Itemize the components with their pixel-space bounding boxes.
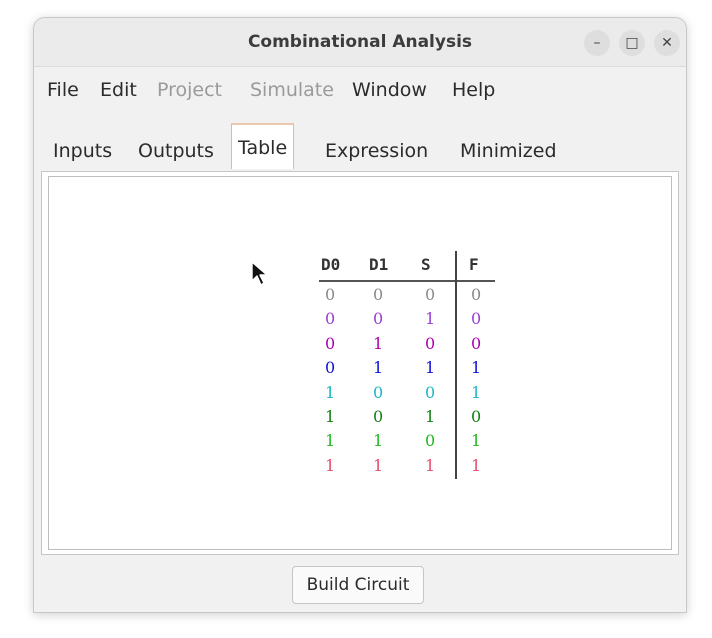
input-cell: 1 [325, 431, 336, 451]
output-cell[interactable]: 0 [471, 285, 481, 304]
input-cell: 1 [425, 358, 436, 378]
tab-table[interactable]: Table [231, 123, 295, 169]
minimize-button[interactable]: – [584, 30, 610, 56]
input-cell: 0 [325, 358, 336, 378]
input-cell: 0 [425, 285, 436, 304]
tab-expression[interactable]: Expression [325, 123, 428, 169]
mouse-cursor-icon [251, 261, 268, 286]
output-cell[interactable]: 0 [471, 334, 481, 353]
output-cell[interactable]: 0 [471, 309, 481, 328]
input-cell: 0 [425, 431, 436, 451]
window: Combinational Analysis – □ ✕ File Edit P… [33, 17, 687, 613]
column-header-s: S [421, 255, 431, 274]
input-cell: 1 [373, 333, 384, 353]
input-cell: 0 [425, 333, 436, 353]
input-cell: 0 [373, 382, 384, 402]
tab-minimized[interactable]: Minimized [460, 123, 557, 169]
column-header-d0: D0 [321, 255, 341, 274]
input-cell: 0 [425, 382, 436, 402]
input-cell: 1 [425, 309, 436, 329]
menu-help[interactable]: Help [452, 67, 495, 113]
input-cell: 1 [325, 455, 336, 475]
title-bar[interactable]: Combinational Analysis – □ ✕ [34, 18, 686, 67]
output-cell[interactable]: 1 [471, 456, 481, 475]
tab-bar: Inputs Outputs Table Expression Minimize… [34, 123, 686, 171]
tab-outputs[interactable]: Outputs [138, 123, 214, 169]
truth-table[interactable]: D0 D1 S F 0 0 0 0 0 0 1 0 0 1 0 0 0 1 1 1 1 0 0 1 1 0 1 0 1 1 0 1 1 1 1 1 [283, 249, 495, 489]
input-cell: 0 [325, 285, 336, 304]
build-circuit-button[interactable]: Build Circuit [292, 566, 424, 604]
input-cell: 0 [325, 333, 336, 353]
table-panel: D0 D1 S F 0 0 0 0 0 0 1 0 0 1 0 0 0 1 1 1 1 0 0 1 1 0 1 0 1 1 0 1 1 1 1 1 [41, 171, 679, 555]
table-panel-inner[interactable]: D0 D1 S F 0 0 0 0 0 0 1 0 0 1 0 0 0 1 1 1 1 0 0 1 1 0 1 0 1 1 0 1 1 1 1 1 [48, 176, 672, 550]
input-cell: 0 [373, 285, 384, 304]
menu-edit[interactable]: Edit [100, 67, 137, 113]
output-cell[interactable]: 1 [471, 383, 481, 402]
close-button[interactable]: ✕ [654, 30, 680, 56]
input-cell: 0 [373, 309, 384, 329]
maximize-button[interactable]: □ [619, 30, 645, 56]
tab-inputs[interactable]: Inputs [53, 123, 112, 169]
input-cell: 1 [425, 407, 436, 426]
input-cell: 0 [373, 407, 384, 426]
output-cell[interactable]: 1 [471, 431, 481, 450]
input-cell: 1 [325, 407, 336, 426]
input-cell: 1 [373, 431, 384, 451]
input-cell: 0 [325, 309, 336, 329]
output-cell[interactable]: 0 [471, 407, 481, 426]
menu-bar: File Edit Project Simulate Window Help [34, 67, 686, 113]
input-cell: 1 [373, 358, 384, 378]
input-cell: 1 [325, 382, 336, 402]
output-divider [455, 251, 457, 479]
column-header-d1: D1 [369, 255, 389, 274]
menu-simulate[interactable]: Simulate [250, 67, 334, 113]
input-cell: 1 [373, 455, 384, 475]
header-divider [319, 280, 495, 282]
output-cell[interactable]: 1 [471, 358, 481, 377]
menu-project[interactable]: Project [157, 67, 222, 113]
column-header-f: F [469, 255, 479, 274]
input-cell: 1 [425, 455, 436, 475]
menu-file[interactable]: File [47, 67, 79, 113]
menu-window[interactable]: Window [352, 67, 427, 113]
